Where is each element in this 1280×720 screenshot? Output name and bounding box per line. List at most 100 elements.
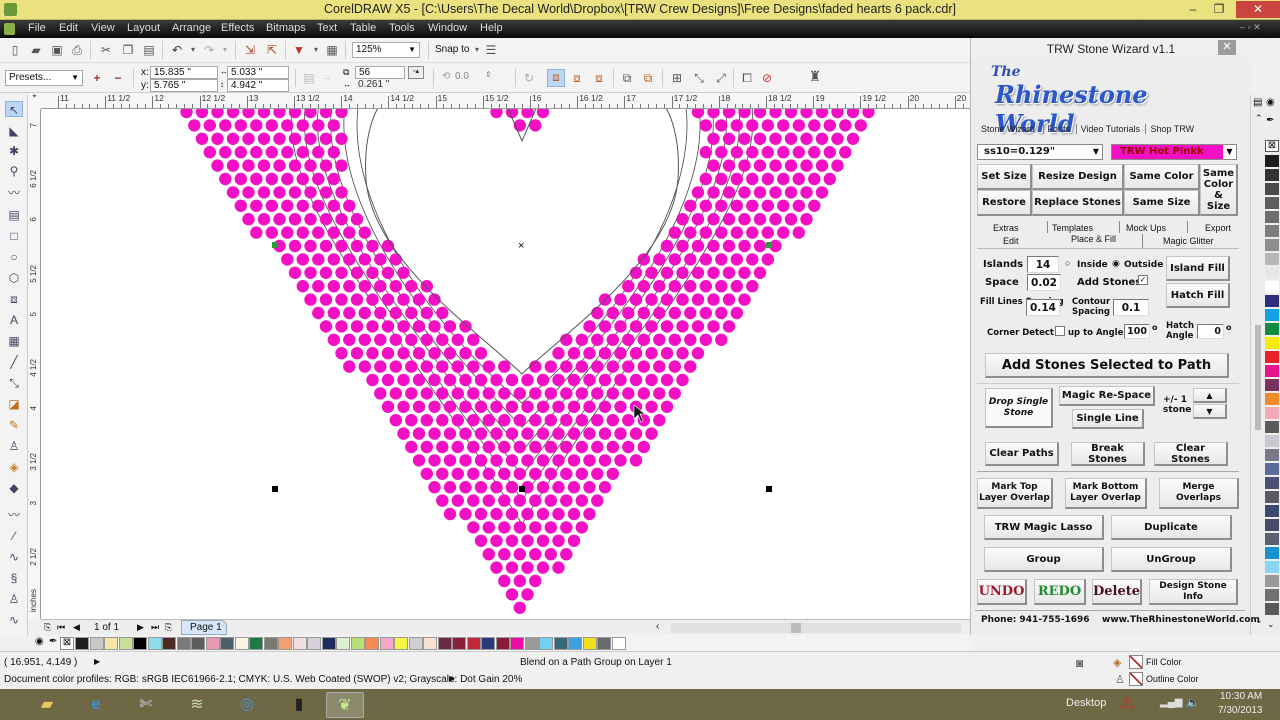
copy-blend-icon[interactable]: ⧠: [740, 71, 754, 85]
undo-dropdown-icon[interactable]: ▾: [186, 43, 200, 57]
internet-explorer-icon[interactable]: e: [77, 692, 115, 718]
set-size-button[interactable]: Set Size: [977, 164, 1032, 190]
outline-pen-2-icon[interactable]: ♙: [5, 591, 23, 607]
zoom-level-select[interactable]: 125% ▼: [352, 42, 420, 58]
doc-window-controls[interactable]: – ▫ ✕: [1240, 22, 1261, 33]
blend-node-handle[interactable]: [766, 242, 772, 248]
menu-layout[interactable]: Layout: [127, 22, 160, 34]
palette-swatch[interactable]: [234, 637, 249, 650]
stone-color-select[interactable]: TRW Hot Pinkk ▼: [1111, 144, 1237, 160]
selection-handle[interactable]: [519, 486, 525, 492]
magic-respace-button[interactable]: Magic Re-Space: [1059, 386, 1155, 406]
palette-swatch[interactable]: [75, 637, 89, 650]
palette-swatch[interactable]: [510, 637, 524, 650]
more-blend-options-icon[interactable]: ⤢: [714, 71, 728, 85]
palette-swatch[interactable]: [437, 637, 452, 650]
volume-icon[interactable]: 🔈: [1186, 696, 1200, 709]
snap-to-dropdown[interactable]: Snap to: [435, 44, 469, 55]
palette-swatch[interactable]: [1265, 169, 1279, 181]
text-tool-icon[interactable]: A: [5, 312, 23, 328]
ungroup-button[interactable]: UnGroup: [1111, 547, 1232, 572]
palette-swatch[interactable]: [1265, 533, 1279, 545]
palette-swatch[interactable]: [1265, 379, 1279, 391]
tab-fonts[interactable]: Fonts: [1042, 124, 1071, 134]
palette-swatch[interactable]: [1265, 197, 1279, 209]
zoom-tool-icon[interactable]: ⚲: [5, 163, 23, 179]
contour-spacing-field[interactable]: 0.1: [1113, 299, 1149, 316]
add-page-before-icon[interactable]: ⎘: [44, 622, 51, 633]
redo-dropdown-icon[interactable]: ▾: [218, 43, 232, 57]
palette-swatch[interactable]: [1265, 295, 1279, 307]
palette-swatch[interactable]: [1265, 253, 1279, 265]
palette-swatch[interactable]: [1265, 561, 1279, 573]
island-fill-button[interactable]: Island Fill: [1166, 256, 1230, 281]
bezier-tool-icon[interactable]: ∿: [5, 549, 23, 565]
no-color-swatch[interactable]: ⊠: [60, 637, 74, 650]
duplicate-button[interactable]: Duplicate: [1111, 515, 1232, 540]
palette-swatch[interactable]: [205, 637, 220, 650]
palette-swatch[interactable]: [1265, 449, 1279, 461]
palette-swatch[interactable]: [263, 637, 278, 650]
palette-swatch[interactable]: [611, 637, 626, 650]
menu-effects[interactable]: Effects: [221, 22, 254, 34]
palette-swatch[interactable]: [249, 637, 263, 650]
quick-customize-icon[interactable]: ♜: [808, 69, 822, 83]
restore-button[interactable]: Restore: [977, 190, 1032, 216]
palette-swatch[interactable]: [1265, 491, 1279, 503]
freehand-tool-icon[interactable]: 〰: [5, 185, 23, 201]
menu-table[interactable]: Table: [350, 22, 376, 34]
palette-swatch[interactable]: [582, 637, 597, 650]
menu-tools[interactable]: Tools: [389, 22, 415, 34]
palette-swatch[interactable]: [1265, 351, 1279, 363]
undo-button[interactable]: UNDO: [977, 579, 1027, 605]
eyedropper-tool-icon[interactable]: ✎: [5, 417, 23, 433]
single-line-button[interactable]: Single Line: [1072, 409, 1144, 429]
action-center-icon[interactable]: ⚠: [1120, 693, 1134, 713]
page-1-tab[interactable]: Page 1: [181, 620, 227, 635]
subtab-mock-ups[interactable]: Mock Ups: [1126, 223, 1166, 233]
horizontal-scrollbar[interactable]: [671, 623, 961, 633]
app-icon-3[interactable]: ◎: [228, 692, 266, 718]
docker-scrollbar[interactable]: [1255, 325, 1261, 430]
stone-size-select[interactable]: ss10=0.129" ▼: [977, 144, 1103, 160]
counterclockwise-blend-icon[interactable]: ⧈: [592, 71, 606, 85]
ellipse-tool-icon[interactable]: ○: [5, 249, 23, 265]
break-stones-button[interactable]: Break Stones: [1071, 442, 1145, 466]
menu-view[interactable]: View: [91, 22, 115, 34]
palette-swatch[interactable]: [89, 637, 104, 650]
app-icon-1[interactable]: ✄: [127, 692, 165, 718]
palette-swatch[interactable]: [191, 637, 205, 650]
palette-swatch[interactable]: [104, 637, 118, 650]
hatch-fill-button[interactable]: Hatch Fill: [1166, 283, 1230, 308]
dimension-tool-icon[interactable]: ╱: [5, 354, 23, 370]
islands-field[interactable]: 14: [1027, 256, 1059, 273]
previous-page-icon[interactable]: ◀: [73, 622, 80, 633]
artistic-media-icon[interactable]: §: [5, 570, 23, 586]
color-acceleration-icon[interactable]: ⧉: [641, 71, 655, 85]
palette-swatch[interactable]: [1265, 589, 1279, 601]
outline-pen-icon[interactable]: ♙: [5, 438, 23, 454]
height-field[interactable]: 4.942 ": [227, 79, 289, 92]
palette-swatch[interactable]: [1265, 477, 1279, 489]
next-page-icon[interactable]: ▶: [137, 622, 144, 633]
drop-single-stone-button[interactable]: Drop Single Stone: [985, 388, 1053, 428]
design-stone-info-button[interactable]: Design Stone Info: [1149, 579, 1238, 605]
color-profiles[interactable]: Document color profiles: RGB: sRGB IEC61…: [4, 674, 522, 685]
palette-swatch[interactable]: [1265, 155, 1279, 167]
add-preset-icon[interactable]: +: [90, 71, 104, 85]
welcome-screen-icon[interactable]: ▦: [325, 43, 339, 57]
palette-swatch[interactable]: [321, 637, 336, 650]
blend-preset-icon[interactable]: ▤: [302, 71, 316, 85]
clear-blend-icon[interactable]: ⊘: [760, 71, 774, 85]
loop-blend-icon[interactable]: ↻: [522, 71, 536, 85]
palette-swatch[interactable]: [1265, 407, 1279, 419]
palette-swatch[interactable]: [147, 637, 162, 650]
coreldraw-taskbar-icon[interactable]: ❦: [326, 692, 364, 718]
minimize-button[interactable]: –: [1180, 1, 1206, 18]
export-icon[interactable]: ⇱: [265, 43, 279, 57]
palette-swatch[interactable]: [365, 637, 379, 650]
menu-window[interactable]: Window: [428, 22, 467, 34]
palette-swatch[interactable]: [1265, 211, 1279, 223]
palette-swatch[interactable]: [1265, 519, 1279, 531]
palette-swatch[interactable]: [220, 637, 234, 650]
